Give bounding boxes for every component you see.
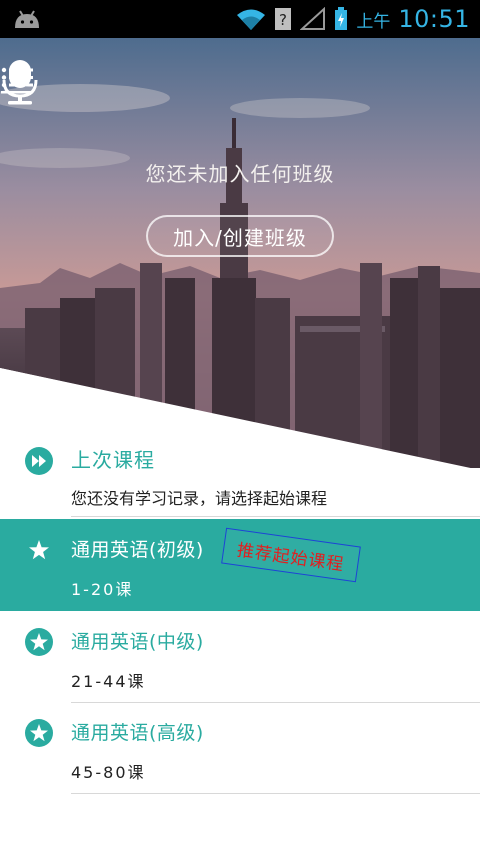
star-icon bbox=[25, 719, 53, 747]
android-icon bbox=[15, 10, 39, 28]
battery-charging-icon bbox=[335, 7, 348, 30]
course-title: 通用英语(中级) bbox=[71, 631, 204, 653]
star-icon bbox=[25, 628, 53, 656]
status-bar: ? 上午 10:51 bbox=[0, 0, 480, 38]
hero-banner: 您还未加入任何班级 加入/创建班级 bbox=[0, 38, 480, 468]
unknown-sim-icon: ? bbox=[275, 8, 292, 30]
last-course-section: 上次课程 您还没有学习记录，请选择起始课程 bbox=[0, 432, 480, 518]
star-icon bbox=[29, 540, 49, 560]
course-item-advanced[interactable]: 通用英语(高级) 45-80课 bbox=[0, 702, 480, 794]
status-ampm: 上午 bbox=[356, 11, 391, 32]
course-range: 21-44课 bbox=[71, 672, 146, 691]
course-range: 1-20课 bbox=[71, 580, 134, 599]
last-course-subtitle: 您还没有学习记录，请选择起始课程 bbox=[71, 489, 328, 508]
divider bbox=[71, 793, 480, 794]
last-course-title: 上次课程 bbox=[71, 448, 155, 472]
no-class-message: 您还未加入任何班级 bbox=[145, 162, 335, 186]
course-title: 通用英语(初级) bbox=[71, 539, 204, 561]
svg-text:?: ? bbox=[279, 11, 287, 29]
course-range: 45-80课 bbox=[71, 763, 146, 782]
recommended-start-stamp: 推荐起始课程 bbox=[221, 527, 361, 583]
fast-forward-icon bbox=[25, 447, 53, 475]
divider bbox=[71, 516, 480, 517]
course-title: 通用英语(高级) bbox=[71, 722, 204, 744]
course-item-beginner[interactable]: 通用英语(初级) 推荐起始课程 1-20课 bbox=[0, 519, 480, 611]
signal-icon bbox=[300, 7, 326, 30]
course-item-intermediate[interactable]: 通用英语(中级) 21-44课 bbox=[0, 611, 480, 703]
join-create-class-button[interactable]: 加入/创建班级 bbox=[146, 215, 334, 257]
wifi-icon bbox=[237, 9, 266, 30]
microphone-icon[interactable] bbox=[0, 58, 40, 106]
status-time: 10:51 bbox=[398, 5, 470, 33]
